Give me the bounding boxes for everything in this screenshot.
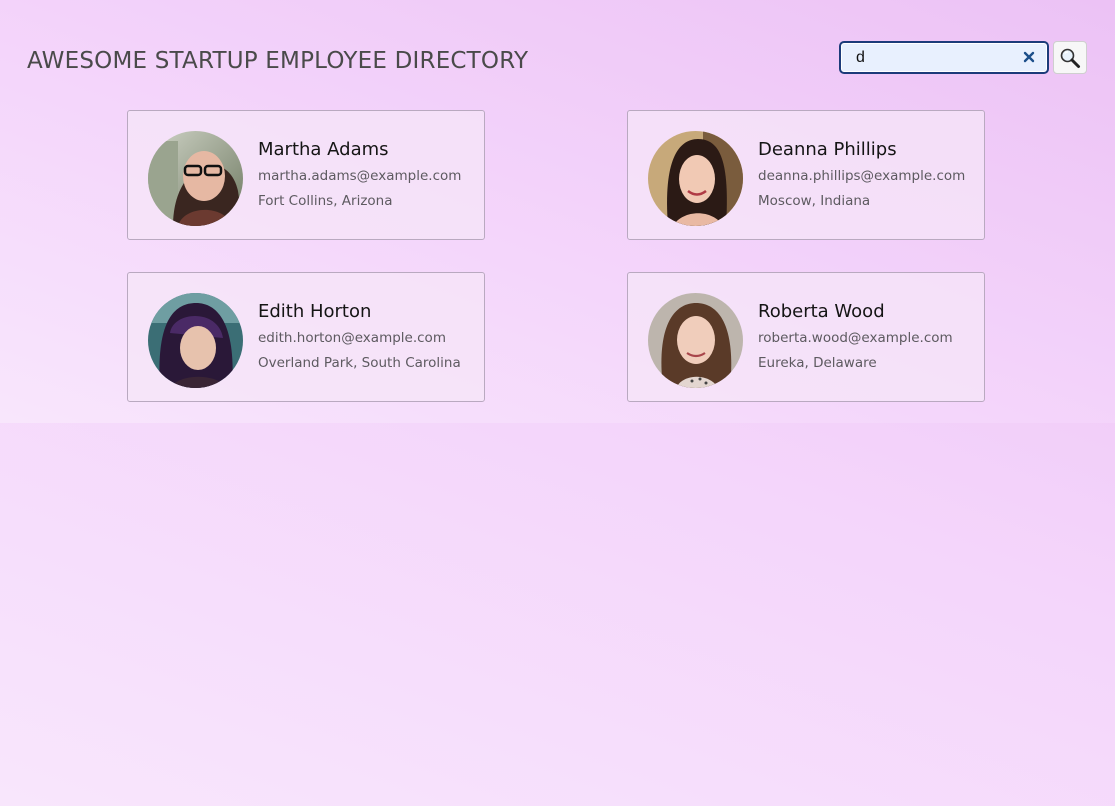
employee-location: Eureka, Delaware: [758, 355, 877, 371]
employee-card[interactable]: Roberta Wood roberta.wood@example.com Eu…: [627, 272, 985, 402]
avatar: [648, 293, 743, 388]
search-input[interactable]: [841, 43, 1016, 72]
page-title: AWESOME STARTUP EMPLOYEE DIRECTORY: [27, 48, 529, 74]
employee-card[interactable]: Deanna Phillips deanna.phillips@example.…: [627, 110, 985, 240]
employee-email: deanna.phillips@example.com: [758, 168, 966, 184]
search-button[interactable]: [1053, 41, 1087, 74]
close-icon[interactable]: [1021, 49, 1037, 65]
employee-card[interactable]: Edith Horton edith.horton@example.com Ov…: [127, 272, 485, 402]
employee-name: Deanna Phillips: [758, 139, 897, 160]
avatar: [148, 131, 243, 226]
search-field[interactable]: [839, 41, 1049, 74]
employee-location: Moscow, Indiana: [758, 193, 871, 209]
avatar: [648, 131, 743, 226]
employee-card[interactable]: Martha Adams martha.adams@example.com Fo…: [127, 110, 485, 240]
employee-email: edith.horton@example.com: [258, 330, 446, 346]
search-icon: [1060, 48, 1080, 68]
employee-email: roberta.wood@example.com: [758, 330, 953, 346]
employee-location: Fort Collins, Arizona: [258, 193, 393, 209]
employee-name: Edith Horton: [258, 301, 372, 322]
employee-name: Roberta Wood: [758, 301, 885, 322]
avatar: [148, 293, 243, 388]
employee-name: Martha Adams: [258, 139, 389, 160]
employee-email: martha.adams@example.com: [258, 168, 462, 184]
employee-location: Overland Park, South Carolina: [258, 355, 461, 371]
